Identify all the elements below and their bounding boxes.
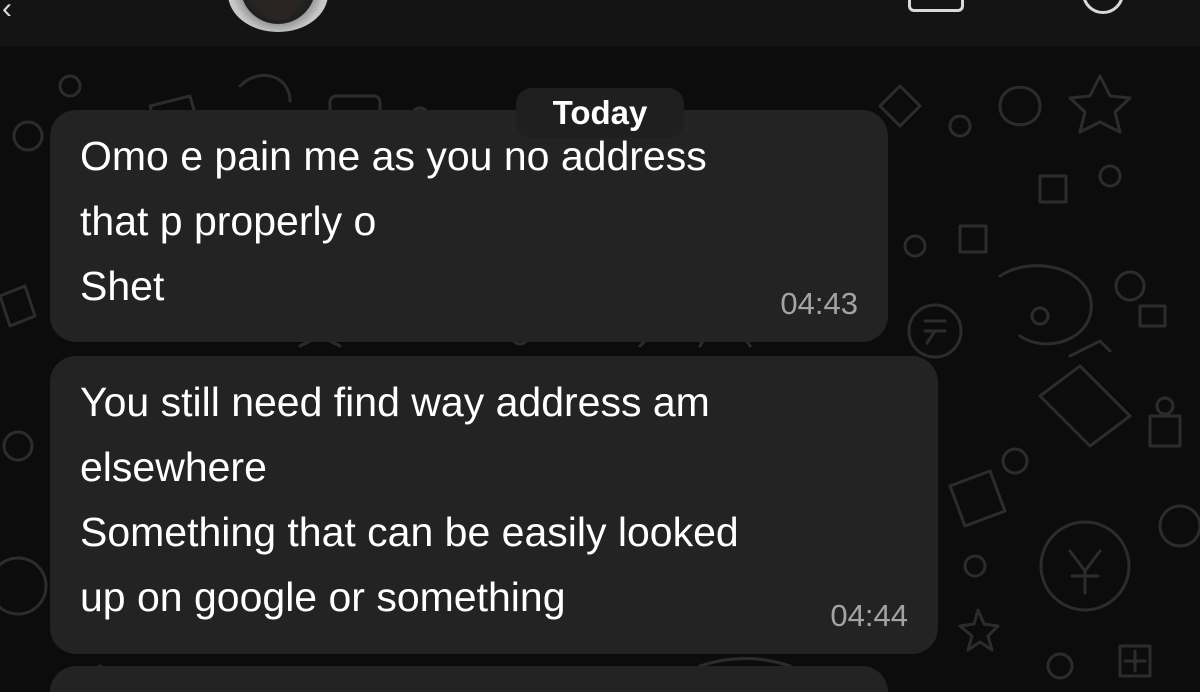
avatar-photo: [256, 0, 300, 20]
message-line: Something that can be easily looked: [80, 509, 739, 555]
message-bubble[interactable]: Omo e pain me as you no address that p p…: [50, 110, 888, 342]
message-line: elsewhere: [80, 444, 267, 490]
message-timestamp: 04:44: [830, 598, 908, 633]
message-line: that p properly o: [80, 198, 377, 244]
message-timestamp: 04:43: [780, 286, 858, 321]
message-text: Omo e pain me as you no address that p p…: [80, 124, 707, 319]
message-line: You still need find way address am: [80, 379, 710, 425]
contact-avatar[interactable]: [228, 0, 328, 32]
message-bubble[interactable]: You still need find way address am elsew…: [50, 356, 938, 654]
message-line: Omo e pain me as you no address: [80, 133, 707, 179]
message-line: Shet: [80, 263, 165, 309]
date-separator: Today: [516, 88, 684, 138]
chevron-left-icon[interactable]: ‹: [2, 0, 12, 24]
phone-icon[interactable]: [1082, 0, 1124, 14]
message-bubble[interactable]: [50, 666, 888, 692]
video-camera-icon[interactable]: [908, 0, 964, 12]
chat-screen: ‹ Today Omo e pain me as you no address …: [0, 0, 1200, 692]
chat-header: ‹: [0, 0, 1200, 46]
message-line: up on google or something: [80, 574, 566, 620]
message-text: You still need find way address am elsew…: [80, 370, 739, 630]
